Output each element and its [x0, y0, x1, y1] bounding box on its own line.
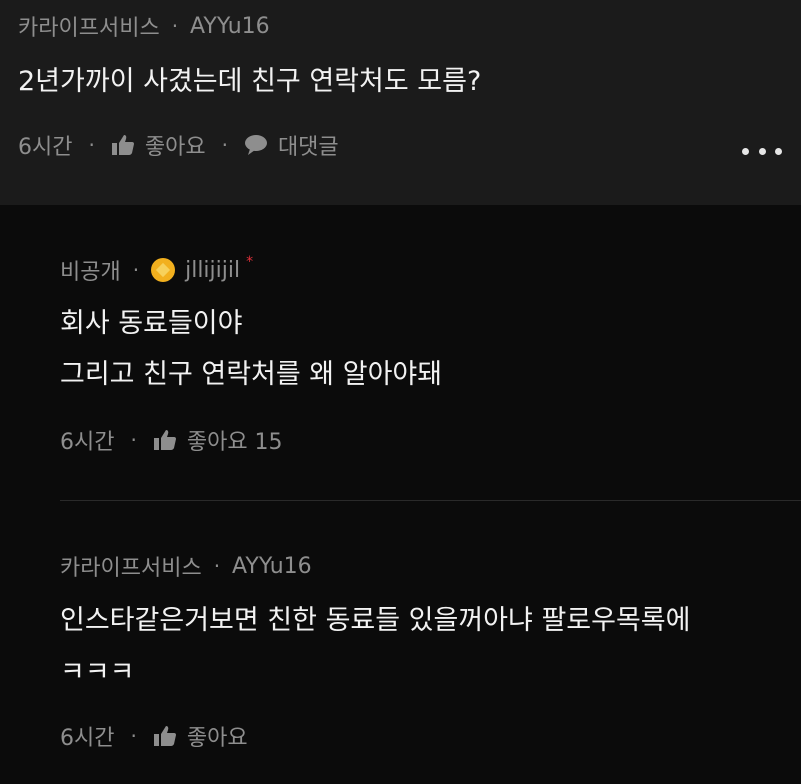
reply-text-line: 인스타같은거보면 친한 동료들 있을꺼아냐 팔로우목록에 — [60, 605, 691, 636]
separator: · — [88, 133, 95, 157]
like-button[interactable]: 좋아요 — [145, 129, 206, 161]
timestamp: 6시간 — [60, 726, 115, 751]
reply-actions: 6시간 · 좋아요 15 — [60, 424, 283, 456]
like-button[interactable]: 좋아요 15 — [187, 424, 283, 456]
level-badge-icon — [151, 258, 176, 282]
comment-text: 2년가까이 사겼는데 친구 연락처도 모름? — [18, 66, 482, 97]
separator: · — [213, 554, 221, 578]
thumbs-up-icon[interactable] — [153, 429, 177, 451]
comment-meta: 카라이프서비스 · AYYu16 — [18, 10, 270, 42]
nickname[interactable]: AYYu16 — [190, 14, 270, 39]
separator: · — [130, 428, 137, 452]
more-icon[interactable] — [742, 148, 782, 158]
timestamp: 6시간 — [18, 135, 73, 160]
company-name: 비공개 — [60, 260, 121, 285]
thumbs-up-icon[interactable] — [111, 134, 135, 156]
nickname[interactable]: AYYu16 — [232, 554, 312, 579]
company-name: 카라이프서비스 — [60, 556, 202, 581]
main-comment: 카라이프서비스 · AYYu16 2년가까이 사겼는데 친구 연락처도 모름? … — [0, 0, 801, 205]
reply-button[interactable]: 대댓글 — [278, 129, 339, 161]
divider — [60, 500, 801, 501]
reply-text-line: ㅋㅋㅋ — [60, 657, 135, 688]
like-button[interactable]: 좋아요 — [187, 720, 248, 752]
replies-section — [0, 205, 801, 784]
timestamp: 6시간 — [60, 430, 115, 455]
reply-meta: 카라이프서비스 · AYYu16 — [60, 550, 312, 582]
nickname[interactable]: jllijijil — [185, 258, 240, 283]
separator: · — [171, 14, 179, 38]
reply-meta: 비공개 · jllijijil * — [60, 254, 253, 286]
comment-actions: 6시간 · 좋아요 · 대댓글 — [18, 129, 339, 161]
speech-bubble-icon[interactable] — [244, 134, 268, 156]
separator: · — [132, 258, 140, 282]
separator: · — [130, 724, 137, 748]
author-mark: * — [246, 254, 254, 270]
company-name: 카라이프서비스 — [18, 16, 160, 41]
reply-text-line: 회사 동료들이야 — [60, 308, 243, 339]
reply-text-line: 그리고 친구 연락처를 왜 알아야돼 — [60, 359, 443, 390]
thumbs-up-icon[interactable] — [153, 725, 177, 747]
reply-actions: 6시간 · 좋아요 — [60, 720, 248, 752]
separator: · — [221, 133, 228, 157]
